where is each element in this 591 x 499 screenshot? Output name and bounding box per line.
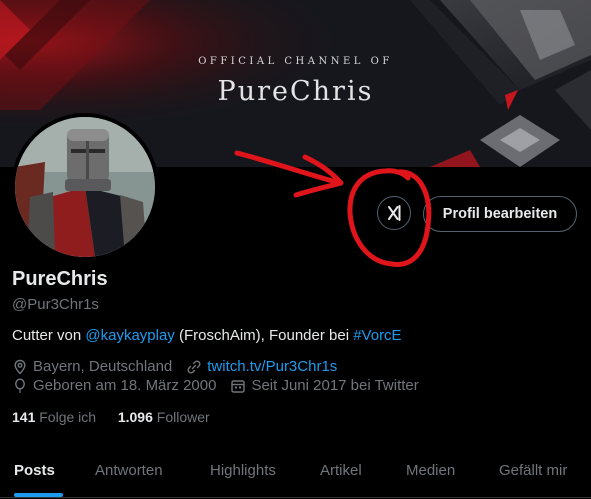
active-tab-indicator (14, 493, 63, 497)
followers-label: Follower (156, 409, 210, 425)
user-handle: @Pur3Chr1s (12, 296, 99, 313)
followers-count: 1.096 (117, 409, 153, 425)
follow-stats: 141 Folge ich 1.096 Follower (12, 409, 210, 425)
website-link[interactable]: twitch.tv/Pur3Chr1s (207, 358, 337, 375)
knight-avatar-image (15, 117, 155, 257)
banner-subtitle: OFFICIAL CHANNEL OF (198, 56, 393, 67)
bio-text-prefix: Cutter von (12, 327, 86, 344)
location-icon (14, 359, 26, 375)
tab-articles[interactable]: Artikel (320, 449, 362, 497)
calendar-icon (231, 379, 246, 393)
banner-title: PureChris (217, 76, 374, 107)
tab-replies[interactable]: Antworten (95, 449, 163, 497)
bio-hashtag-link[interactable]: #VorcE (353, 327, 401, 344)
joined-text: Seit Juni 2017 bei Twitter (251, 377, 419, 394)
grok-button[interactable] (377, 196, 411, 230)
following-count: 141 (12, 409, 36, 425)
tab-media[interactable]: Medien (406, 449, 455, 497)
followers-link[interactable]: 1.096 Follower (118, 409, 210, 425)
display-name: PureChris (12, 268, 108, 290)
profile-meta-row-2: Geboren am 18. März 2000 Seit Juni 2017 … (12, 377, 419, 394)
edit-profile-button[interactable]: Profil bearbeiten (423, 196, 577, 232)
grok-icon (388, 205, 401, 221)
location-text: Bayern, Deutschland (33, 358, 173, 375)
link-icon (187, 359, 201, 374)
following-label: Folge ich (39, 409, 97, 425)
tab-likes[interactable]: Gefällt mir (499, 449, 567, 497)
bio-text-middle: (FroschAim), Founder bei (174, 327, 354, 344)
tab-highlights[interactable]: Highlights (210, 449, 276, 497)
profile-bio: Cutter von @kaykayplay (FroschAim), Foun… (12, 327, 402, 344)
tab-posts[interactable]: Posts (14, 449, 55, 497)
bio-mention-link[interactable]: @kaykayplay (85, 327, 174, 344)
profile-tabs: Posts Antworten Highlights Artikel Medie… (0, 449, 591, 498)
avatar[interactable] (11, 113, 159, 261)
following-link[interactable]: 141 Folge ich (12, 409, 96, 425)
birthday-text: Geboren am 18. März 2000 (33, 377, 217, 394)
profile-meta-row-1: Bayern, Deutschland twitch.tv/Pur3Chr1s (12, 358, 337, 375)
balloon-icon (15, 377, 25, 393)
